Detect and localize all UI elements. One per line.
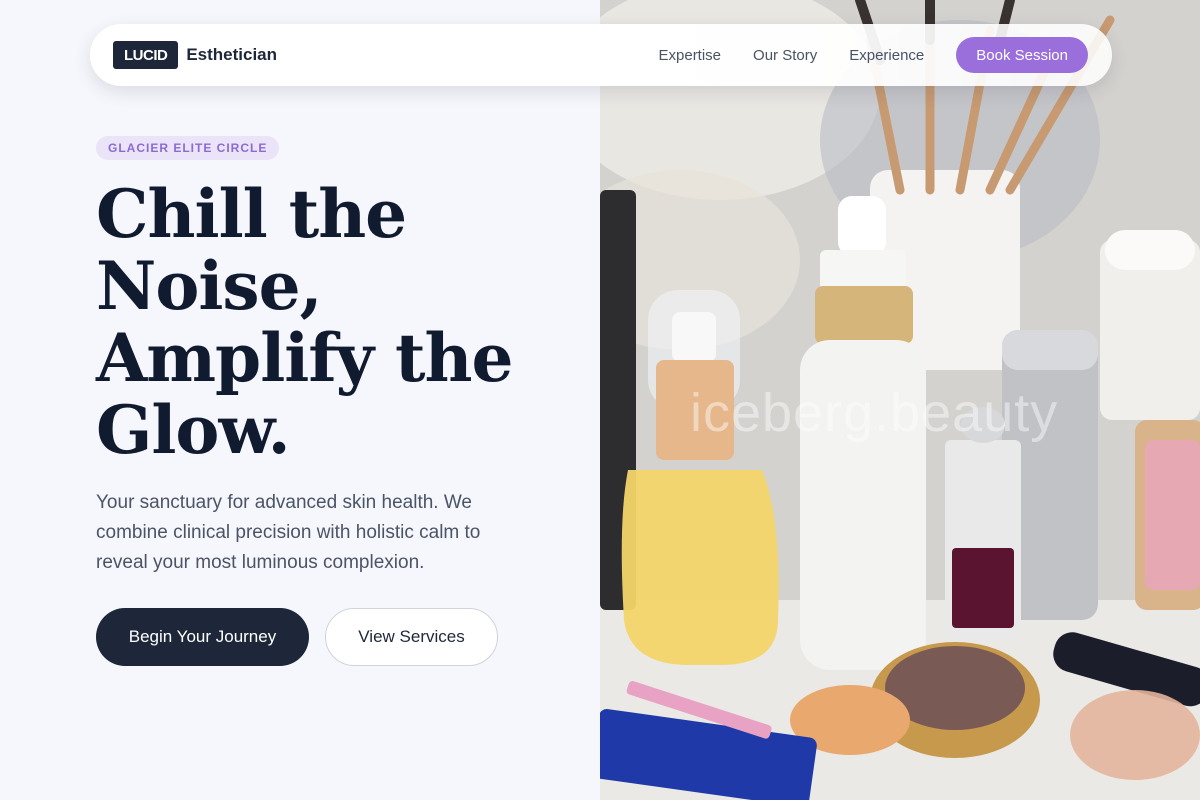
top-navbar: LUCID Esthetician Expertise Our Story Ex…: [90, 24, 1112, 86]
nav-link-experience[interactable]: Experience: [849, 47, 924, 64]
nav-links: Expertise Our Story Experience Book Sess…: [659, 37, 1088, 73]
book-session-button[interactable]: Book Session: [956, 37, 1088, 73]
hero-eyebrow-badge: GLACIER ELITE CIRCLE: [96, 136, 280, 160]
nav-link-expertise[interactable]: Expertise: [659, 47, 722, 64]
hero-product-photo: iceberg.beauty: [600, 0, 1200, 800]
hero-headline: Chill the Noise, Amplify the Glow.: [96, 178, 576, 466]
brand-name: Esthetician: [186, 45, 278, 64]
headline-line-2: Noise,: [96, 247, 323, 325]
nav-link-our-story[interactable]: Our Story: [753, 47, 817, 64]
headline-line-3: Amplify the: [96, 319, 514, 397]
brand[interactable]: LUCID Esthetician: [113, 41, 277, 69]
begin-journey-button[interactable]: Begin Your Journey: [96, 608, 309, 666]
view-services-button[interactable]: View Services: [325, 608, 498, 666]
hero-subtext: Your sanctuary for advanced skin health.…: [96, 492, 481, 573]
headline-line-1: Chill the: [96, 175, 407, 253]
headline-line-4: Glow.: [96, 391, 291, 469]
logo-badge: LUCID: [113, 41, 179, 69]
image-watermark: iceberg.beauty: [690, 383, 1059, 443]
